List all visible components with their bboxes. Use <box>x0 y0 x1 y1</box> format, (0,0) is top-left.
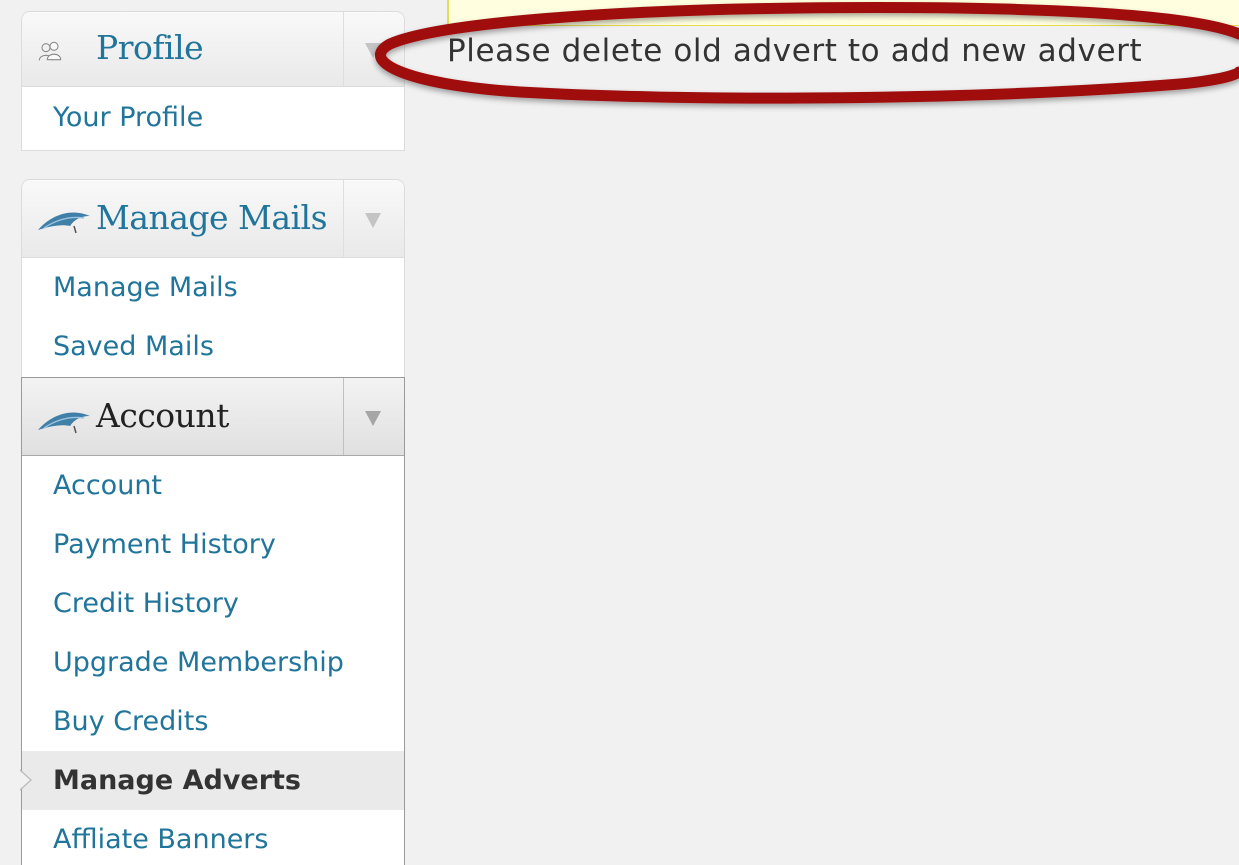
triangle-down-icon <box>365 213 381 228</box>
menu-item-manage-mails[interactable]: Manage Mails <box>22 258 404 317</box>
manage-mails-menu-toggle[interactable] <box>343 180 404 257</box>
users-icon <box>38 41 62 61</box>
triangle-down-icon <box>365 43 381 58</box>
menu-item-upgrade-membership[interactable]: Upgrade Membership <box>22 633 404 692</box>
menu-item-saved-mails[interactable]: Saved Mails <box>22 317 404 376</box>
account-menu-title: Account <box>96 396 229 435</box>
notice-bar <box>447 0 1239 26</box>
account-menu: Account Account Payment History Credit H… <box>19 377 405 865</box>
account-menu-toggle[interactable] <box>343 378 404 455</box>
current-item-pointer <box>19 769 32 791</box>
manage-mails-menu-title: Manage Mails <box>96 198 328 237</box>
profile-menu-header[interactable]: Profile <box>22 12 404 87</box>
profile-menu-title: Profile <box>96 28 204 67</box>
menu-item-affliate-banners[interactable]: Affliate Banners <box>22 810 404 865</box>
menu-item-manage-adverts-label: Manage Adverts <box>53 765 301 796</box>
menu-item-account[interactable]: Account <box>22 456 404 515</box>
menu-item-manage-adverts[interactable]: Manage Adverts <box>19 751 404 810</box>
menu-item-payment-history[interactable]: Payment History <box>22 515 404 574</box>
feather-bird-icon <box>38 212 90 234</box>
menu-item-your-profile[interactable]: Your Profile <box>22 87 404 149</box>
account-menu-header[interactable]: Account <box>22 378 404 456</box>
manage-mails-menu-header[interactable]: Manage Mails <box>22 180 404 258</box>
menu-item-buy-credits[interactable]: Buy Credits <box>22 692 404 751</box>
menu-item-credit-history[interactable]: Credit History <box>22 574 404 633</box>
profile-menu: Profile Your Profile <box>21 11 405 151</box>
feather-bird-icon <box>38 412 90 434</box>
triangle-down-icon <box>365 411 381 426</box>
manage-mails-menu: Manage Mails Manage Mails Saved Mails <box>21 179 405 379</box>
profile-menu-toggle[interactable] <box>343 12 404 86</box>
notice-message: Please delete old advert to add new adve… <box>447 33 1143 69</box>
page: Profile Your Profile Manage Mails Manage… <box>0 0 1239 865</box>
